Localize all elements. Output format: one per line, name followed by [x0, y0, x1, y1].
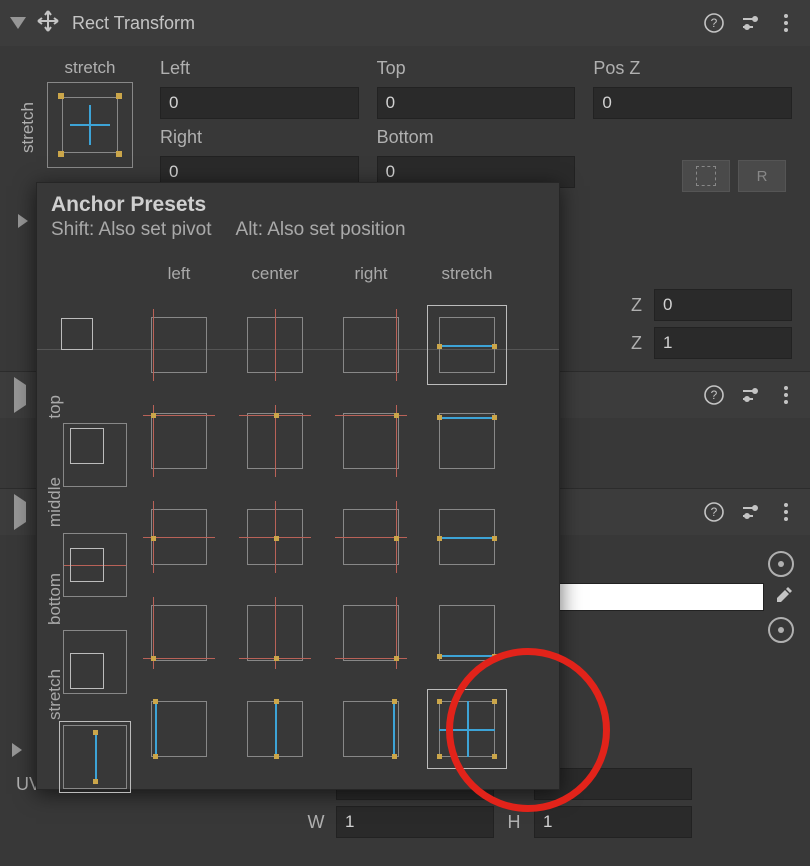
bottom-label: Bottom [377, 127, 576, 148]
preset-bottom-stretch[interactable] [431, 597, 503, 669]
raw-edit-button[interactable]: R [738, 160, 786, 192]
preset-icon[interactable] [738, 383, 762, 407]
preset-none-center[interactable] [239, 309, 311, 381]
foldout-icon[interactable] [10, 17, 26, 29]
preset-icon[interactable] [738, 11, 762, 35]
anchor-presets-popup: Anchor Presets Shift: Also set pivot Alt… [36, 182, 560, 790]
preset-top-right[interactable] [335, 405, 407, 477]
right-label: Right [160, 127, 359, 148]
component-title: Rect Transform [72, 13, 690, 34]
col-left: left [168, 264, 191, 284]
anchor-col-label: stretch [36, 58, 144, 78]
preset-stretch-none[interactable] [63, 725, 127, 789]
row-middle: middle [45, 477, 65, 527]
popup-hint-shift: Shift: Also set pivot [51, 219, 212, 241]
none-none-preview[interactable] [57, 314, 119, 376]
foldout-icon[interactable] [14, 502, 26, 523]
top-input[interactable]: 0 [377, 87, 576, 119]
row-top: top [45, 395, 65, 419]
eyedropper-icon[interactable] [774, 585, 794, 610]
svg-text:?: ? [711, 16, 718, 30]
preset-none-stretch[interactable] [431, 309, 503, 381]
more-icon[interactable] [774, 11, 798, 35]
anchor-row-label: stretch [18, 102, 38, 153]
uv-h-label: H [502, 812, 526, 833]
col-center: center [251, 264, 298, 284]
uv-w-label: W [304, 812, 328, 833]
color-field[interactable] [552, 583, 764, 611]
help-icon[interactable]: ? [702, 500, 726, 524]
uv-w-input[interactable]: 1 [336, 806, 494, 838]
posz-label: Pos Z [593, 58, 792, 79]
preset-bottom-center[interactable] [239, 597, 311, 669]
uvrect-foldout-icon[interactable] [12, 743, 22, 757]
preset-stretch-right[interactable] [335, 693, 407, 765]
preset-middle-right[interactable] [335, 501, 407, 573]
preset-stretch-left[interactable] [143, 693, 215, 765]
z-label-0: Z [631, 295, 642, 316]
foldout-icon[interactable] [14, 385, 26, 406]
rect-transform-header[interactable]: Rect Transform ? [0, 0, 810, 46]
preset-stretch-center[interactable] [239, 693, 311, 765]
object-picker-icon[interactable] [768, 617, 794, 643]
preset-middle-left[interactable] [143, 501, 215, 573]
preset-stretch-stretch[interactable] [431, 693, 503, 765]
anchors-foldout-icon[interactable] [18, 214, 28, 228]
posz-input[interactable]: 0 [593, 87, 792, 119]
left-input[interactable]: 0 [160, 87, 359, 119]
blueprint-button[interactable] [682, 160, 730, 192]
row-stretch: stretch [45, 669, 65, 720]
preset-none-left[interactable] [143, 309, 215, 381]
left-label: Left [160, 58, 359, 79]
z-label-1: Z [631, 333, 642, 354]
uv-h-input[interactable]: 1 [534, 806, 692, 838]
top-label: Top [377, 58, 576, 79]
col-stretch: stretch [441, 264, 492, 284]
z-input-1[interactable]: 1 [654, 327, 792, 359]
anchor-grid: left center right stretch top middle bot… [37, 251, 559, 789]
svg-text:?: ? [711, 505, 718, 519]
preset-top-left[interactable] [143, 405, 215, 477]
help-icon[interactable]: ? [702, 11, 726, 35]
help-icon[interactable]: ? [702, 383, 726, 407]
popup-hint-alt: Alt: Also set position [236, 219, 406, 241]
preset-bottom-right[interactable] [335, 597, 407, 669]
col-right: right [354, 264, 387, 284]
preset-bottom-left[interactable] [143, 597, 215, 669]
row-bottom: bottom [45, 573, 65, 625]
preset-none-right[interactable] [335, 309, 407, 381]
popup-title: Anchor Presets [37, 183, 559, 217]
preset-middle-stretch[interactable] [431, 501, 503, 573]
anchor-preset-button[interactable]: stretch stretch [36, 58, 144, 168]
more-icon[interactable] [774, 500, 798, 524]
transform-icon [36, 9, 60, 38]
preset-middle-center[interactable] [239, 501, 311, 573]
more-icon[interactable] [774, 383, 798, 407]
z-input-0[interactable]: 0 [654, 289, 792, 321]
preset-top-center[interactable] [239, 405, 311, 477]
preset-icon[interactable] [738, 500, 762, 524]
preset-top-stretch[interactable] [431, 405, 503, 477]
svg-text:?: ? [711, 388, 718, 402]
object-picker-icon[interactable] [768, 551, 794, 577]
